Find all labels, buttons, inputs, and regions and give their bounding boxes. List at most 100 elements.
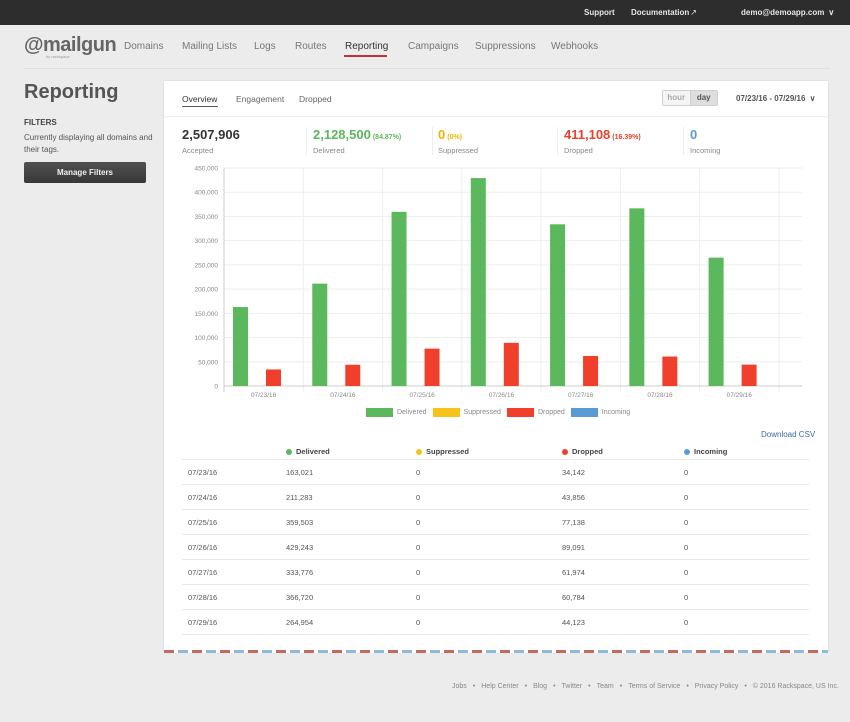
stat-percent: (16.39%): [612, 134, 641, 141]
stat-label: Accepted: [182, 146, 214, 155]
table-cell: 07/26/16: [188, 542, 218, 552]
airmail-stripe: [164, 650, 828, 653]
hour-button[interactable]: hour: [663, 91, 691, 105]
column-header-label: Dropped: [572, 447, 603, 456]
nav-divider: [24, 68, 830, 69]
legend-label: Incoming: [601, 409, 631, 416]
stat-label: Delivered: [313, 146, 345, 155]
table-cell: 43,856: [562, 492, 585, 502]
volume-bar-chart: 0 50,000 100,000 150,000 200,000 250,000 300,0…: [195, 166, 802, 399]
table-cell: 60,784: [562, 592, 585, 602]
stat-percent: (84.87%): [372, 134, 402, 141]
bar-dropped: [741, 364, 757, 386]
mailgun-logo[interactable]: @mailgun by rackspace: [24, 34, 117, 60]
nav-campaigns[interactable]: Campaigns: [408, 41, 459, 52]
table-cell: 0: [684, 517, 689, 527]
filters-heading: FILTERS: [24, 118, 57, 127]
table-cell: 0: [684, 492, 689, 502]
table-cell: 0: [416, 592, 421, 602]
table-cell: 0: [684, 567, 689, 577]
series-dot-icon: [286, 449, 292, 456]
table-cell: 0: [416, 567, 421, 577]
stat-divider: [557, 127, 558, 155]
tab-overview[interactable]: Overview: [182, 94, 217, 104]
table-cell: 0: [416, 492, 421, 502]
footer-separator: •: [619, 683, 623, 690]
y-tick-label: 100,000: [195, 335, 219, 342]
panel-divider: [164, 116, 828, 117]
table-cell: 0: [416, 542, 421, 552]
stat-suppressed: 0 (0%) Suppressed: [438, 126, 478, 155]
table-cell: 61,974: [562, 567, 585, 577]
nav-domains[interactable]: Domains: [124, 41, 163, 52]
series-dot-icon: [416, 449, 422, 456]
page-title: Reporting: [24, 81, 119, 103]
stat-value: 0: [438, 127, 446, 142]
table-cell: 0: [684, 617, 689, 627]
tab-dropped[interactable]: Dropped: [299, 94, 332, 104]
legend-label: Delivered: [397, 409, 427, 416]
legend-item[interactable]: Suppressed: [432, 408, 501, 417]
active-tab-indicator: [182, 106, 218, 107]
table-cell: 0: [684, 542, 689, 552]
footer-link[interactable]: Team: [597, 683, 614, 690]
y-tick-label: 150,000: [195, 311, 219, 318]
table-cell: 0: [416, 617, 421, 627]
documentation-link[interactable]: Documentation↗: [631, 8, 697, 17]
legend-item[interactable]: Incoming: [570, 408, 631, 417]
footer-link[interactable]: Twitter: [562, 683, 583, 690]
stat-value: 2,507,906: [182, 127, 240, 142]
footer-link[interactable]: Jobs: [452, 683, 467, 690]
footer-link[interactable]: Privacy Policy: [695, 683, 739, 690]
column-header: Incoming: [684, 447, 809, 456]
day-button[interactable]: day: [690, 91, 717, 105]
date-range-value: 07/23/16 - 07/29/16: [736, 94, 806, 103]
date-range-picker[interactable]: 07/23/16 - 07/29/16 ∨: [736, 94, 815, 103]
legend-swatch: [432, 408, 460, 417]
table-cell: 77,138: [562, 517, 585, 527]
x-tick-label: 07/28/16: [647, 392, 673, 399]
legend-item[interactable]: Dropped: [506, 408, 565, 417]
nav-routes[interactable]: Routes: [295, 41, 327, 52]
stat-value: 411,108: [564, 127, 611, 142]
bar-delivered: [629, 208, 645, 386]
nav-suppressions[interactable]: Suppressions: [475, 41, 536, 52]
chevron-down-icon: ∨: [828, 8, 835, 17]
stat-divider: [683, 127, 684, 155]
nav-logs[interactable]: Logs: [254, 41, 276, 52]
bar-delivered: [708, 257, 724, 386]
table-cell: 366,720: [286, 592, 314, 602]
bar-delivered: [470, 178, 486, 386]
y-tick-label: 450,000: [195, 166, 219, 173]
stat-divider: [432, 127, 433, 155]
table-row: 07/26/16 429,243 0 89,091 0: [182, 535, 809, 560]
footer-separator: •: [744, 683, 747, 690]
stat-value: 0: [690, 127, 698, 142]
footer-link[interactable]: Terms of Service: [628, 683, 680, 690]
table-row: 07/27/16 333,776 0 61,974 0: [182, 560, 809, 585]
footer-link[interactable]: Blog: [533, 683, 547, 690]
footer-link[interactable]: Help Center: [481, 683, 518, 690]
table-row: 07/25/16 359,503 0 77,138 0: [182, 510, 809, 535]
user-menu[interactable]: demo@demoapp.com ∨: [741, 8, 834, 17]
table-cell: 44,123: [562, 617, 585, 627]
x-tick-label: 07/26/16: [489, 392, 515, 399]
column-header-label: Suppressed: [426, 447, 469, 456]
manage-filters-button[interactable]: Manage Filters: [24, 162, 146, 183]
table-cell: 429,243: [286, 542, 314, 552]
support-link[interactable]: Support: [584, 8, 615, 17]
table-cell: 07/24/16: [188, 492, 218, 502]
logo-text: @mailgun: [24, 34, 117, 56]
nav-mailing-lists[interactable]: Mailing Lists: [182, 41, 237, 52]
legend-item[interactable]: Delivered: [366, 408, 427, 417]
download-csv-link[interactable]: Download CSV: [761, 430, 815, 439]
footer-separator: •: [553, 683, 556, 690]
bar-dropped: [424, 348, 440, 386]
nav-reporting[interactable]: Reporting: [345, 41, 388, 52]
reporting-panel: Overview Engagement Dropped hour day 07/…: [164, 81, 828, 652]
y-tick-label: 400,000: [195, 190, 219, 197]
table-cell: 211,283: [286, 492, 313, 502]
nav-webhooks[interactable]: Webhooks: [551, 41, 598, 52]
tab-engagement[interactable]: Engagement: [236, 94, 284, 104]
table-cell: 07/23/16: [188, 467, 218, 477]
